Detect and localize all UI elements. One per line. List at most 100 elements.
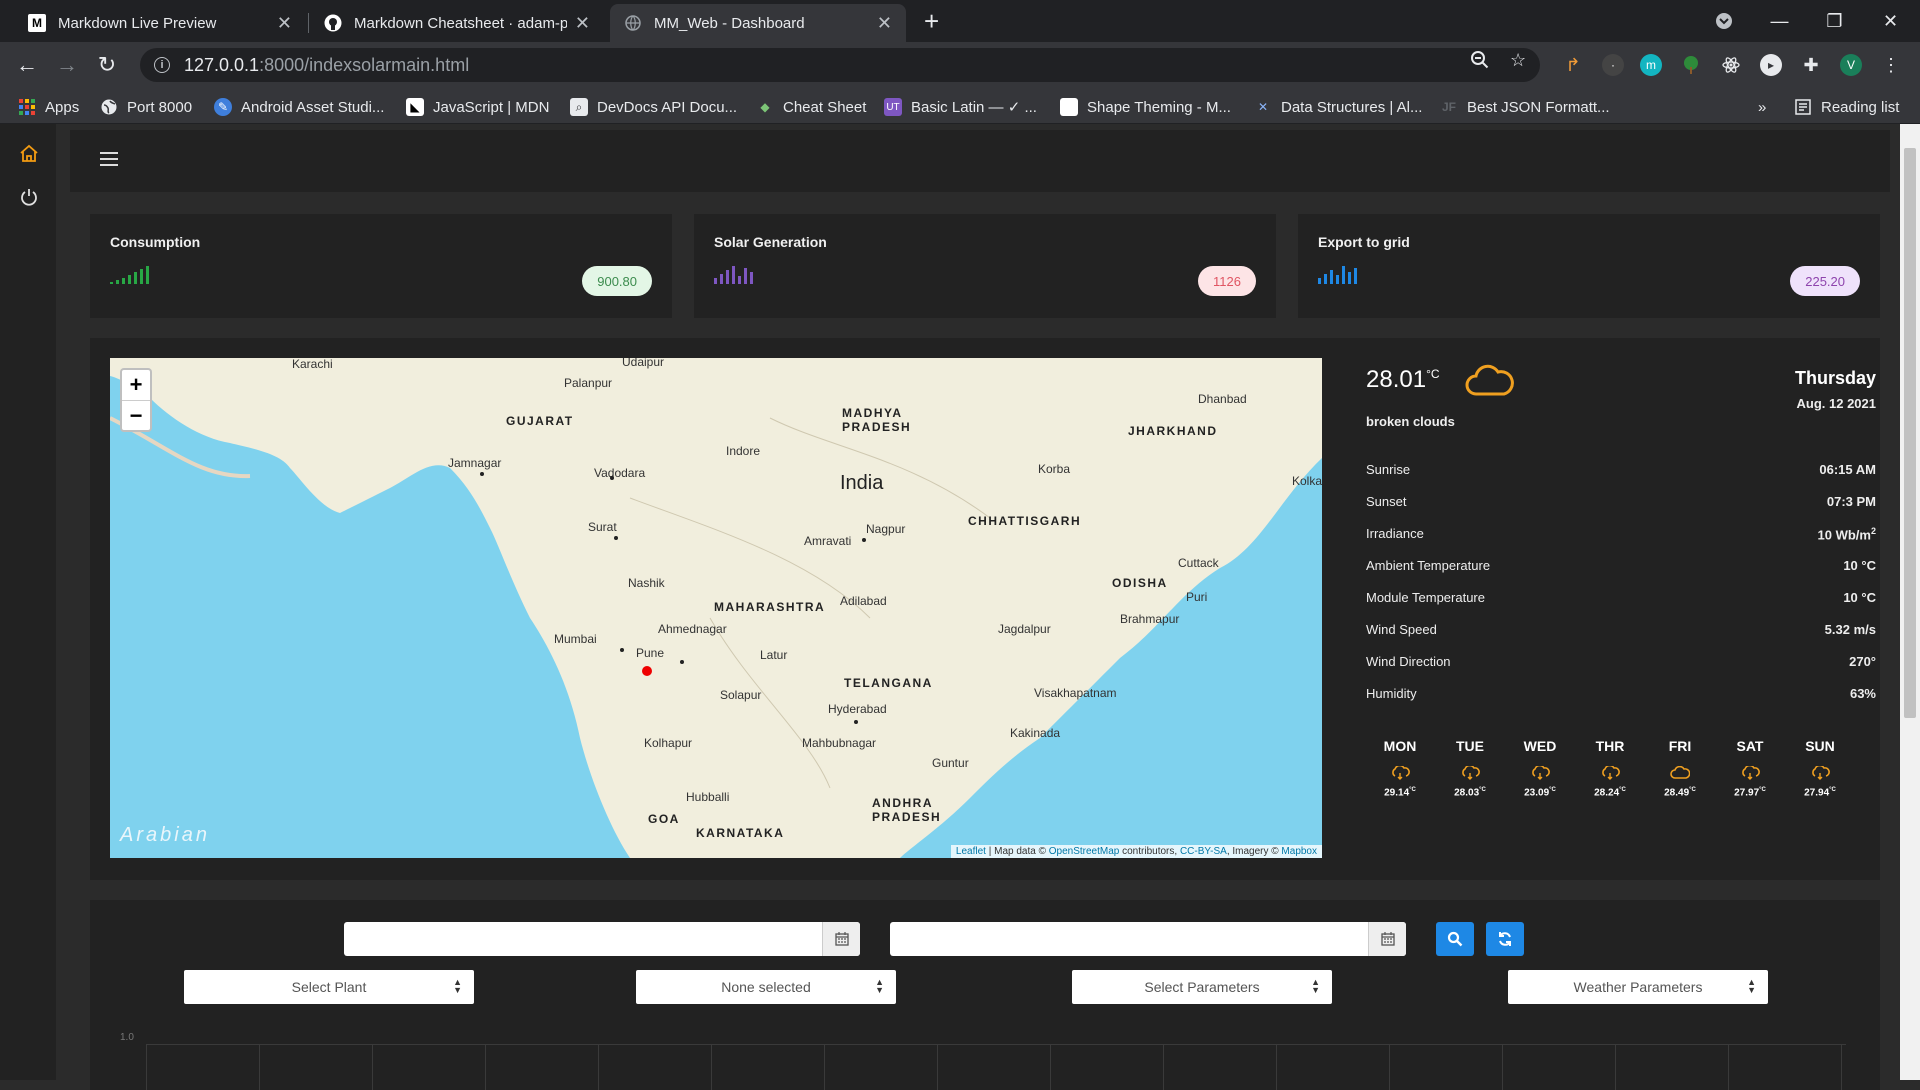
bookmark-basic-latin[interactable]: UT Basic Latin — ✓ ...	[884, 96, 1037, 118]
current-temperature: 28.01°C	[1366, 366, 1440, 394]
map-label: Cuttack	[1178, 556, 1219, 570]
refresh-button[interactable]	[1486, 922, 1524, 956]
none-selected-dropdown[interactable]: None selected ▲ ▼	[636, 970, 896, 1004]
bookmark-shape-theming[interactable]: Shape Theming - M...	[1060, 96, 1231, 118]
weather-parameters-dropdown[interactable]: Weather Parameters ▲ ▼	[1508, 970, 1768, 1004]
close-tab-icon[interactable]: ✕	[877, 13, 892, 34]
new-tab-icon[interactable]: +	[924, 6, 939, 37]
back-icon[interactable]: ←	[12, 50, 42, 80]
extensions-puzzle-icon[interactable]: ✚	[1800, 54, 1822, 76]
bookmark-label: Port 8000	[127, 98, 193, 116]
chart-gridline	[711, 1045, 712, 1090]
weather-row-sunrise: Sunrise 06:15 AM	[1366, 462, 1876, 477]
map-label: Amravati	[804, 534, 852, 548]
city-marker	[610, 476, 614, 480]
bookmark-best-json-formatter[interactable]: JF Best JSON Formatt...	[1440, 96, 1610, 118]
page-scrollbar[interactable]	[1900, 124, 1920, 1080]
start-date-input[interactable]	[344, 922, 860, 956]
menu-toggle-icon[interactable]	[100, 152, 118, 166]
home-icon[interactable]	[18, 142, 40, 164]
bookmark-port-8000[interactable]: Port 8000	[100, 96, 192, 118]
browser-menu-icon[interactable]: ⋮	[1880, 54, 1902, 76]
minimize-icon[interactable]: —	[1752, 0, 1807, 42]
tab-search-icon[interactable]	[1696, 0, 1751, 42]
bookmark-android-asset-studio[interactable]: ✎ Android Asset Studi...	[214, 96, 384, 118]
restore-icon[interactable]: ❐	[1807, 0, 1862, 42]
site-info-icon[interactable]: i	[154, 57, 170, 73]
cloud-rain-icon	[1532, 764, 1550, 780]
forecast-temp-unit: °C	[1479, 787, 1486, 793]
weather-date: Aug. 12 2021	[1796, 396, 1877, 411]
city-marker	[480, 472, 484, 476]
chart-gridline	[1615, 1045, 1616, 1090]
forecast-day-label: SAT	[1736, 738, 1764, 754]
extension-m-icon[interactable]: m	[1640, 54, 1662, 76]
signal-bars-icon	[110, 264, 149, 284]
tab-mm-web-dashboard[interactable]: MM_Web - Dashboard ✕	[610, 4, 906, 42]
select-parameters-dropdown[interactable]: Select Parameters ▲ ▼	[1072, 970, 1332, 1004]
bookmark-data-structures[interactable]: ✕ Data Structures | Al...	[1254, 96, 1422, 118]
tab-title: MM_Web - Dashboard	[654, 14, 805, 32]
extension-react-icon[interactable]	[1720, 54, 1742, 76]
bookmark-cheat-sheet[interactable]: ◆ Cheat Sheet	[756, 96, 866, 118]
close-tab-icon[interactable]: ✕	[277, 13, 292, 34]
map-label: Hubballi	[686, 790, 730, 804]
bookmark-devdocs[interactable]: ⌕ DevDocs API Docu...	[570, 96, 737, 118]
mapbox-link[interactable]: Mapbox	[1281, 846, 1317, 857]
scrollbar-thumb[interactable]	[1904, 148, 1916, 718]
chart-filter-card: Select Plant ▲ ▼ None selected ▲ ▼ Select …	[90, 900, 1880, 1090]
tab-markdown-live-preview[interactable]: M Markdown Live Preview ✕	[14, 4, 306, 42]
tab-markdown-cheatsheet[interactable]: Markdown Cheatsheet · adam-p/ ✕	[310, 4, 604, 42]
map-label: Kakinada	[1010, 726, 1061, 740]
close-tab-icon[interactable]: ✕	[575, 13, 590, 34]
calendar-icon[interactable]	[822, 922, 860, 956]
leaflet-link[interactable]: Leaflet	[956, 846, 986, 857]
reload-icon[interactable]: ↻	[92, 50, 122, 80]
search-button[interactable]	[1436, 922, 1474, 956]
zoom-in-button[interactable]: +	[122, 370, 150, 400]
power-icon[interactable]	[18, 186, 40, 208]
weather-row-irradiance: Irradiance 10 Wb/m2	[1366, 526, 1876, 542]
apps-grid-icon	[18, 98, 36, 116]
bookmarks-overflow[interactable]: »	[1758, 96, 1766, 118]
bookmark-apps[interactable]: Apps	[18, 96, 79, 118]
zoom-icon[interactable]	[1470, 50, 1490, 75]
map-label: Kolka	[1292, 474, 1322, 488]
tab-separator	[308, 13, 309, 33]
address-bar[interactable]: i 127.0.0.1 :8000/indexsolarmain.html	[140, 48, 1540, 82]
bookmark-label: JavaScript | MDN	[433, 98, 550, 116]
extension-circle-icon[interactable]: ▸	[1760, 54, 1782, 76]
app-sidebar	[0, 124, 56, 1080]
close-window-icon[interactable]: ✕	[1863, 0, 1918, 42]
row-label: Sunrise	[1366, 462, 1411, 477]
map-label: Jamnagar	[448, 456, 502, 470]
forecast-temp: 29.14°C	[1370, 787, 1430, 798]
map-label: ANDHRA	[872, 796, 933, 810]
bookmark-javascript-mdn[interactable]: ◣ JavaScript | MDN	[406, 96, 549, 118]
zoom-out-button[interactable]: −	[122, 400, 150, 430]
map-label: Korba	[1038, 462, 1071, 476]
openstreetmap-link[interactable]: OpenStreetMap	[1049, 846, 1120, 857]
extension-tree-icon[interactable]	[1680, 54, 1702, 76]
extension-tool-icon[interactable]: ↱	[1562, 54, 1584, 76]
leaflet-map[interactable]: + − Karachi Udaipur Palanpur GUJARAT MAD…	[110, 358, 1322, 858]
select-plant-dropdown[interactable]: Select Plant ▲ ▼	[184, 970, 474, 1004]
bookmark-star-icon[interactable]: ☆	[1510, 50, 1526, 71]
forecast-temp-value: 27.94	[1804, 787, 1830, 799]
map-label: Guntur	[932, 756, 969, 770]
extension-blocked-icon[interactable]: ·	[1602, 54, 1624, 76]
forecast-day-label: WED	[1523, 738, 1557, 754]
forecast-temp-value: 27.97	[1734, 787, 1760, 799]
profile-avatar[interactable]: V	[1840, 54, 1862, 76]
map-label: Brahmapur	[1120, 612, 1180, 626]
cc-by-sa-link[interactable]: CC-BY-SA	[1180, 846, 1227, 857]
forward-icon[interactable]: →	[52, 50, 82, 80]
map-label: Hyderabad	[828, 702, 887, 716]
forecast-temp-value: 28.24	[1594, 787, 1620, 799]
end-date-input[interactable]	[890, 922, 1406, 956]
row-value: 10 Wb/m	[1817, 527, 1871, 543]
reading-list[interactable]: Reading list	[1794, 96, 1899, 118]
site-location-marker[interactable]	[642, 666, 652, 676]
map-label: Indore	[726, 444, 761, 458]
calendar-icon[interactable]	[1368, 922, 1406, 956]
